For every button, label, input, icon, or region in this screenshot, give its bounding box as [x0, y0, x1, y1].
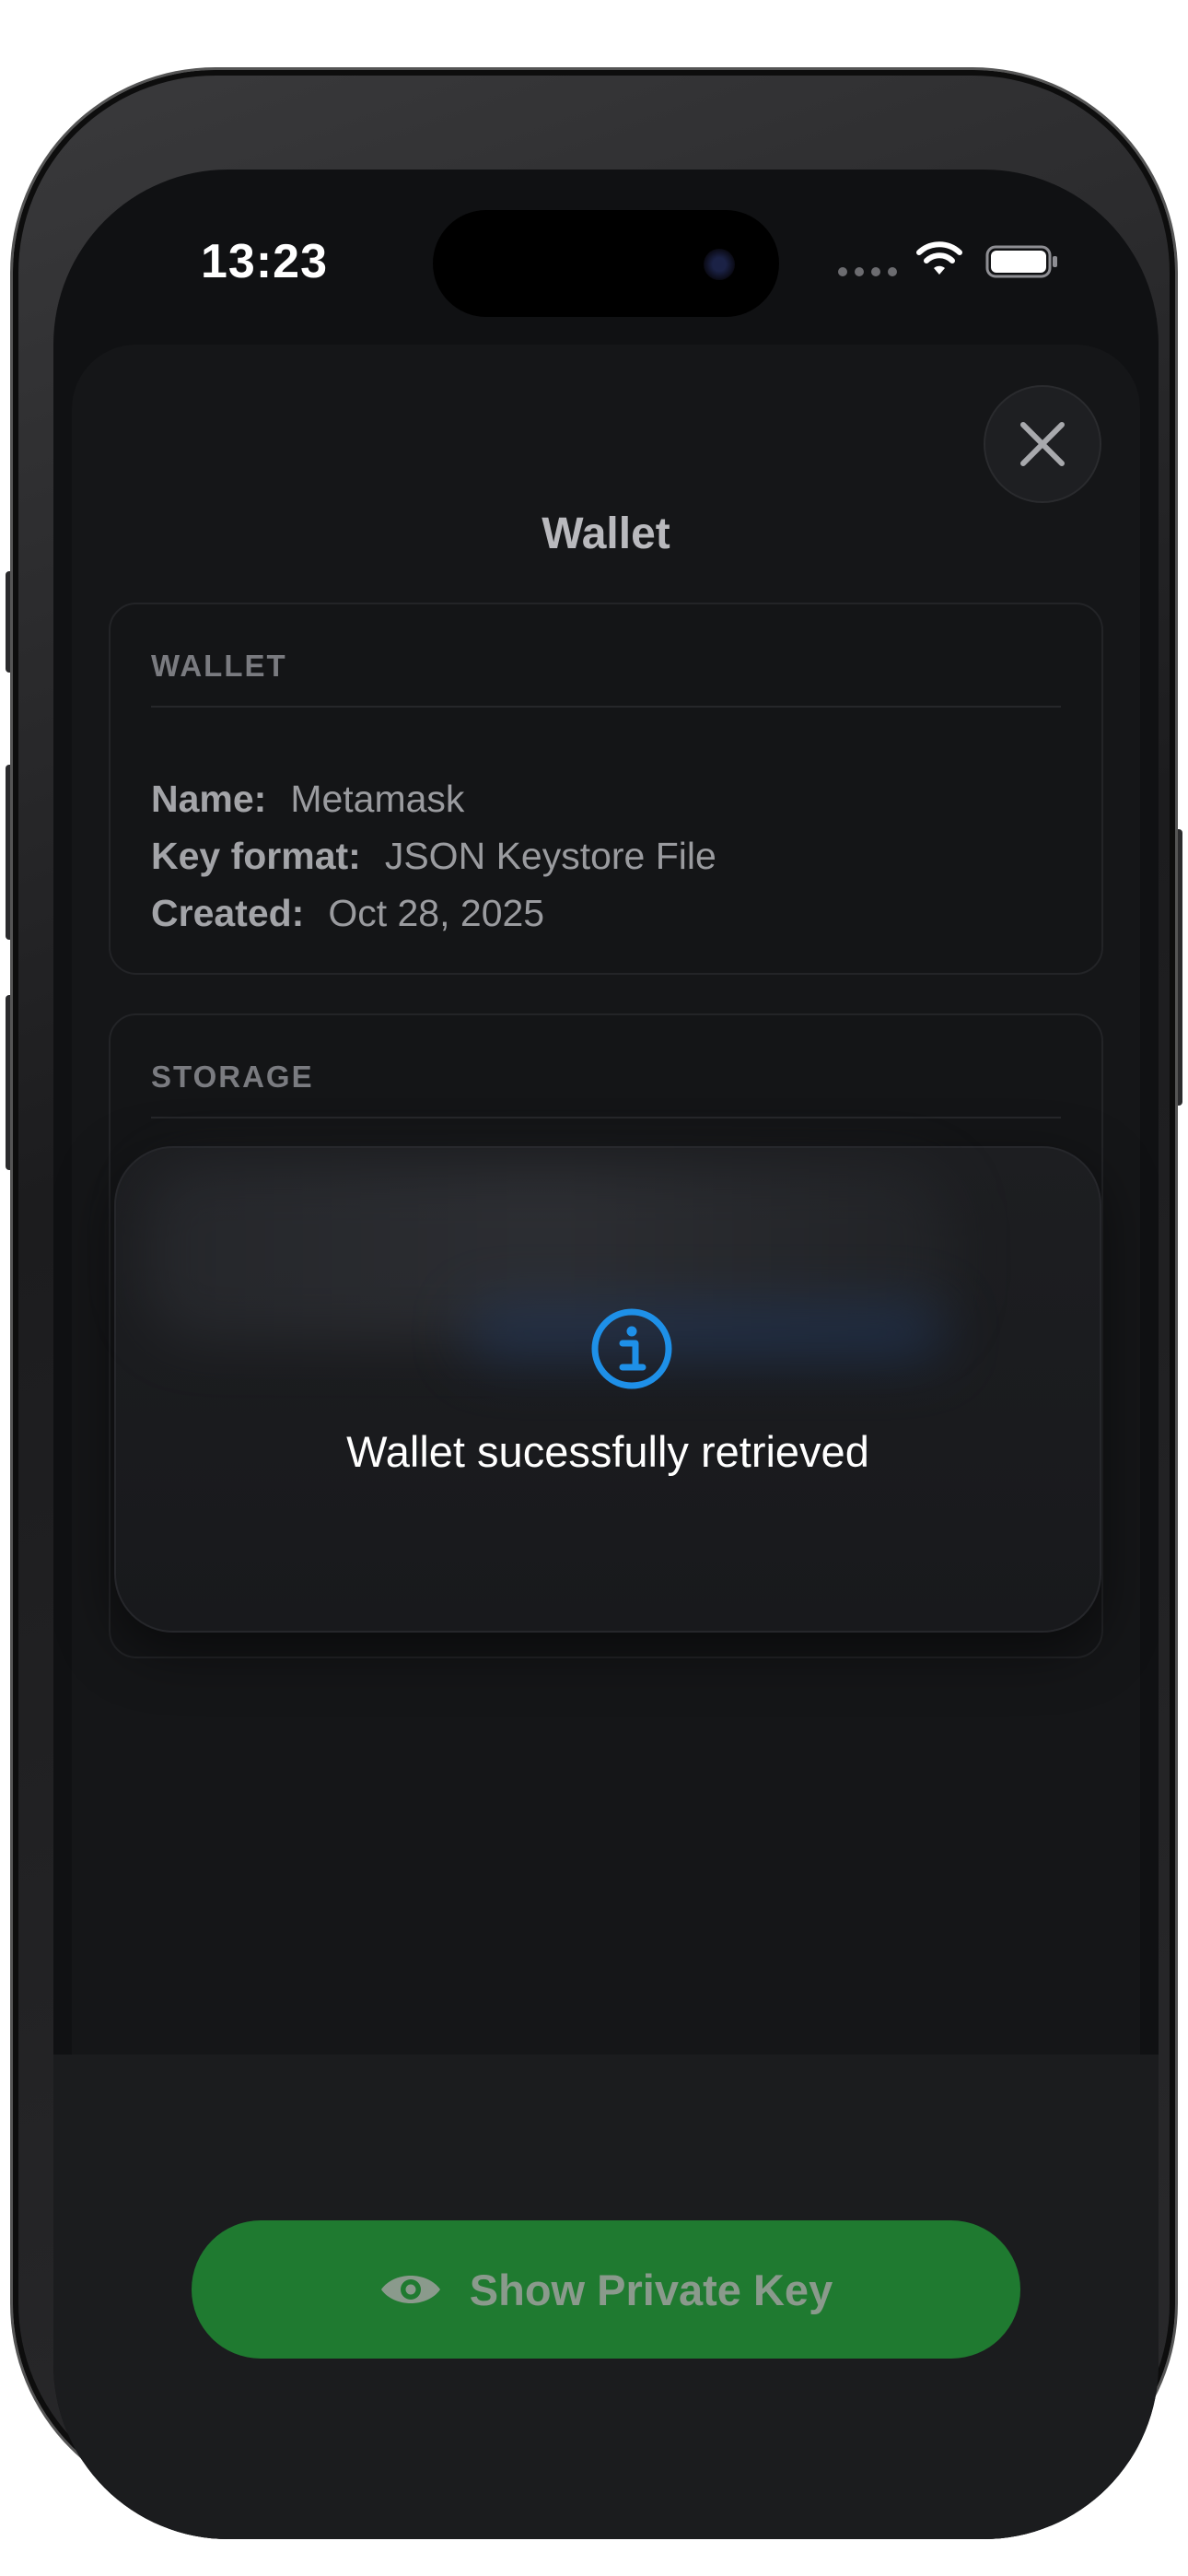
- wallet-info-card: WALLET Name: Metamask Key format: JSON Key…: [109, 603, 1103, 975]
- storage-card-header: STORAGE: [151, 1060, 314, 1094]
- created-label: Created:: [151, 892, 305, 934]
- sheet-title: Wallet: [542, 509, 670, 558]
- wifi-icon: [916, 241, 962, 275]
- created-row: Created: Oct 28, 2025: [151, 892, 544, 935]
- front-camera-icon: [704, 249, 735, 280]
- signal-dots-icon: [838, 267, 897, 276]
- blurred-background: [466, 1305, 945, 1360]
- wallet-name-value: Metamask: [290, 778, 465, 820]
- battery-icon: [985, 245, 1057, 278]
- wallet-card-header: WALLET: [151, 649, 287, 683]
- info-circle-icon: [591, 1308, 672, 1389]
- created-value: Oct 28, 2025: [328, 892, 545, 934]
- show-private-key-label: Show Private Key: [469, 2265, 833, 2314]
- success-toast: Wallet sucessfully retrieved: [114, 1146, 1101, 1633]
- key-format-value: JSON Keystore File: [384, 835, 716, 877]
- key-format-label: Key format:: [151, 835, 361, 877]
- toast-message: Wallet sucessfully retrieved: [346, 1427, 869, 1476]
- divider: [151, 1117, 1061, 1118]
- status-time: 13:23: [201, 235, 328, 288]
- divider: [151, 706, 1061, 708]
- dynamic-island: [433, 210, 779, 317]
- eye-icon: [380, 2276, 440, 2303]
- show-private-key-button[interactable]: Show Private Key: [192, 2220, 1020, 2359]
- wallet-name-label: Name:: [151, 778, 267, 820]
- close-icon: [1020, 422, 1065, 466]
- wallet-name-row: Name: Metamask: [151, 778, 464, 821]
- close-button[interactable]: [984, 385, 1101, 503]
- key-format-row: Key format: JSON Keystore File: [151, 835, 716, 878]
- phone-frame: 13:23 Wallet WALLET Name: Metamask Key f…: [13, 70, 1175, 2539]
- phone-screen: 13:23 Wallet WALLET Name: Metamask Key f…: [53, 170, 1159, 2539]
